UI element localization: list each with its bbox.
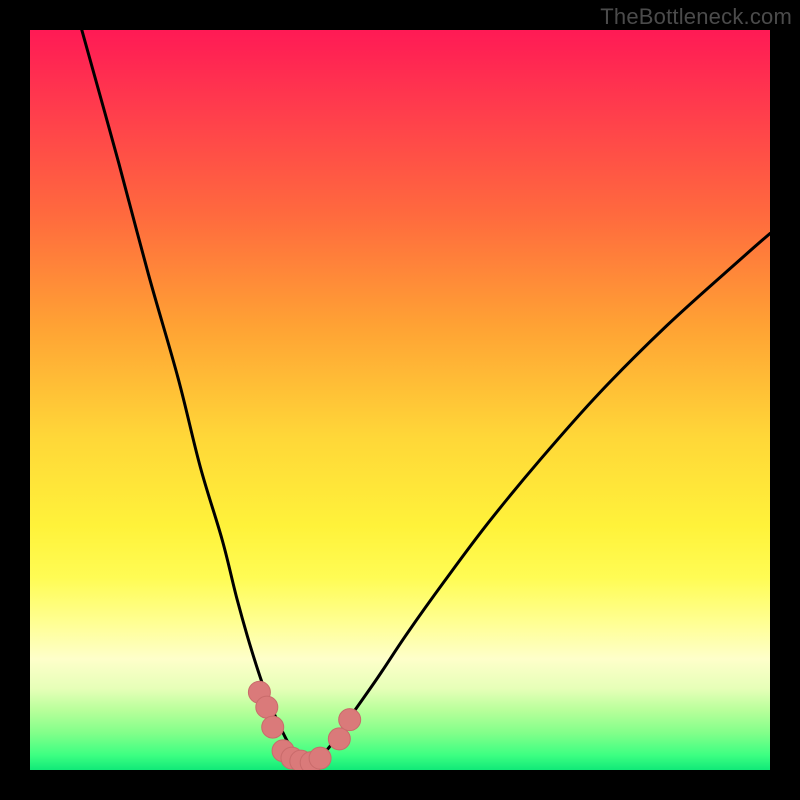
trough-marker	[256, 696, 278, 718]
plot-area	[30, 30, 770, 770]
trough-marker	[309, 747, 331, 769]
curve-layer	[82, 30, 770, 766]
right-curve	[308, 234, 771, 767]
chart-svg	[30, 30, 770, 770]
watermark-text: TheBottleneck.com	[600, 4, 792, 30]
trough-marker	[339, 709, 361, 731]
trough-marker	[262, 716, 284, 738]
left-curve	[82, 30, 308, 766]
outer-frame: TheBottleneck.com	[0, 0, 800, 800]
marker-layer	[248, 681, 360, 770]
trough-marker	[328, 728, 350, 750]
